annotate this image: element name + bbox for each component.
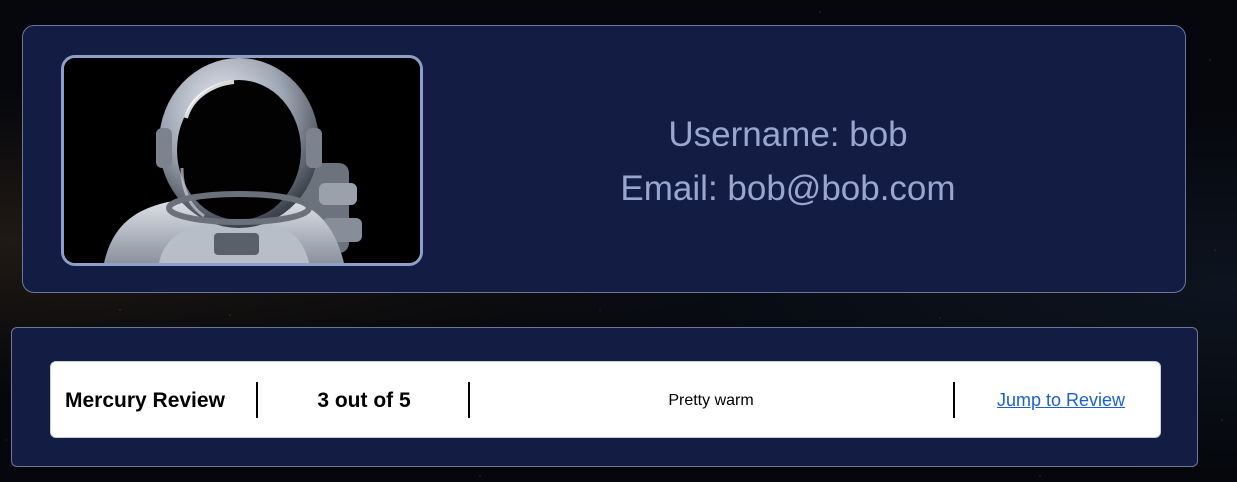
profile-card: Username: bob Email: bob@bob.com	[22, 25, 1186, 293]
review-rating: 3 out of 5	[317, 388, 411, 412]
review-row: Mercury Review 3 out of 5 Pretty warm Ju…	[50, 361, 1161, 438]
reviews-card: Mercury Review 3 out of 5 Pretty warm Ju…	[11, 327, 1198, 467]
column-divider	[256, 382, 258, 418]
jump-to-review-link[interactable]: Jump to Review	[997, 390, 1125, 411]
jump-to-review-cell: Jump to Review	[966, 362, 1156, 439]
review-body: Pretty warm	[668, 391, 754, 409]
astronaut-avatar-icon	[64, 58, 420, 263]
column-divider	[953, 382, 955, 418]
avatar	[61, 55, 423, 266]
column-divider	[468, 382, 470, 418]
email-label: Email: bob@bob.com	[620, 169, 956, 208]
profile-info: Username: bob Email: bob@bob.com	[463, 108, 1113, 216]
review-title: Mercury Review	[65, 388, 225, 412]
username-label: Username: bob	[668, 115, 908, 154]
